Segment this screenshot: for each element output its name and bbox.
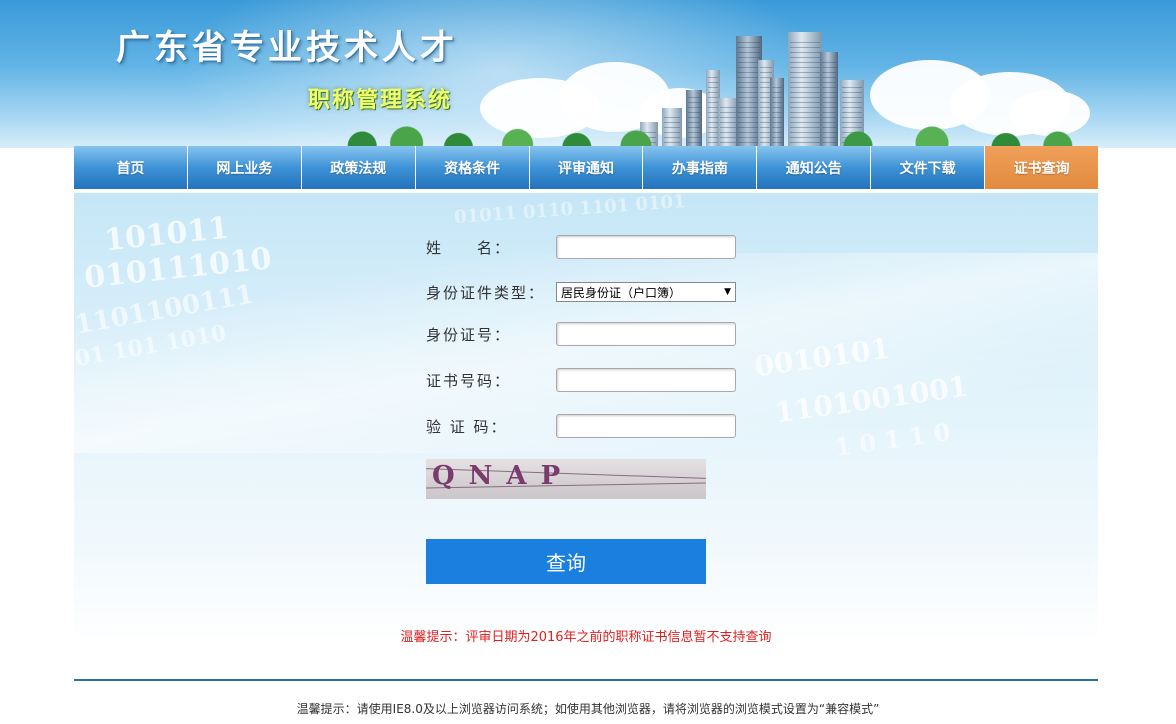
id-type-row: 身份证件类型： 居民身份证（户口簿） ▼ [426,279,736,305]
id-number-input[interactable] [556,322,736,346]
nav-qualification[interactable]: 资格条件 [416,146,530,189]
chevron-down-icon: ▼ [724,287,731,297]
cert-number-label: 证书号码： [426,371,512,390]
tree-line [340,122,1080,148]
footer-divider [74,679,1098,681]
cert-number-row: 证书号码： [426,367,736,393]
decorative-digits: 01011 0110 1101 0101 [453,193,687,229]
captcha-text: QNAP [432,461,575,491]
nav-online-business[interactable]: 网上业务 [188,146,302,189]
id-number-row: 身份证号： [426,321,736,347]
site-title: 广东省专业技术人才 [116,28,458,68]
cert-number-input[interactable] [556,368,736,392]
captcha-input[interactable] [556,414,736,438]
captcha-row: 验 证 码： [426,413,736,439]
captcha-image[interactable]: QNAP [426,459,706,499]
id-type-select[interactable]: 居民身份证（户口簿） ▼ [556,282,736,302]
id-number-label: 身份证号： [426,325,512,344]
site-header: 广东省专业技术人才 职称管理系统 [0,0,1176,148]
footer-text: 温馨提示：请使用IE8.0及以上浏览器访问系统；如使用其他浏览器，请将浏览器的浏… [296,702,880,716]
notice-text: 温馨提示：评审日期为2016年之前的职称证书信息暂不支持查询 [400,630,772,643]
query-button[interactable]: 查询 [426,539,706,584]
site-subtitle: 职称管理系统 [308,88,453,113]
captcha-label: 验 证 码： [426,417,508,436]
nav-announcement[interactable]: 通知公告 [757,146,872,189]
name-input[interactable] [556,235,736,259]
nav-guide[interactable]: 办事指南 [643,146,758,189]
name-row: 姓 名： [426,234,736,260]
id-type-selected: 居民身份证（户口簿） [561,285,682,300]
name-label: 姓 名： [426,238,512,257]
nav-download[interactable]: 文件下载 [871,146,986,189]
query-panel: 101011 010111010 1101100111 01 101 1010 … [74,193,1098,643]
nav-certificate-query[interactable]: 证书查询 [985,146,1099,189]
main-nav: 首页 网上业务 政策法规 资格条件 评审通知 办事指南 通知公告 文件下载 证书… [74,146,1099,189]
nav-review-notice[interactable]: 评审通知 [530,146,644,189]
id-type-label: 身份证件类型： [426,283,546,302]
nav-home[interactable]: 首页 [74,146,188,189]
nav-policy[interactable]: 政策法规 [302,146,416,189]
